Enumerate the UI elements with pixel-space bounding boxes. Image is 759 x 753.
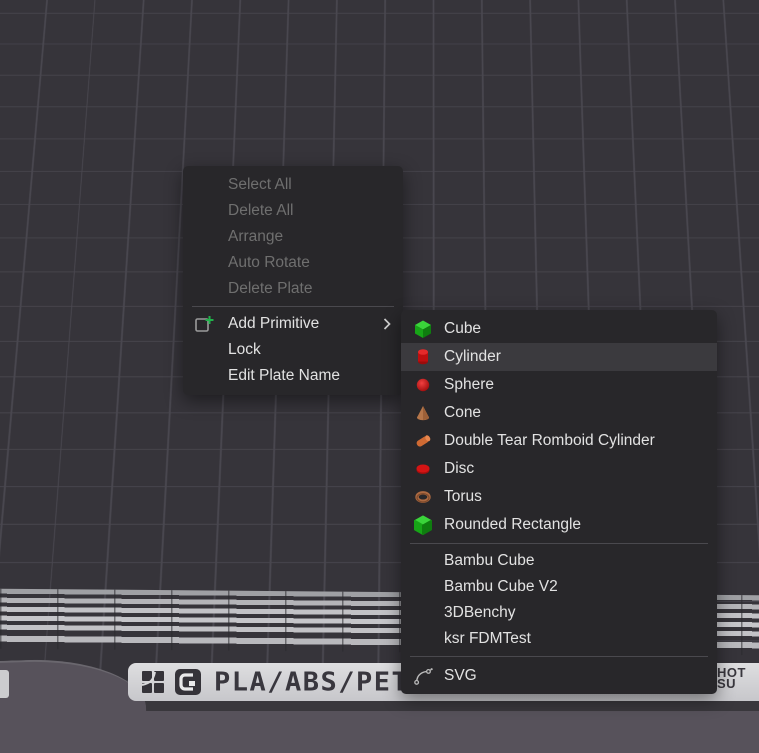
viewport-3d[interactable]: PLA/ABS/PETG HOT SU Select All Delete Al…: [0, 0, 759, 753]
submenu-item-label: 3DBenchy: [444, 604, 516, 622]
submenu-item-label: Double Tear Romboid Cylinder: [444, 432, 655, 450]
menu-item-label: Edit Plate Name: [228, 367, 340, 385]
menu-item-label: Add Primitive: [228, 315, 319, 333]
submenu-item-cylinder[interactable]: Cylinder: [401, 343, 717, 371]
submenu-item-disc[interactable]: Disc: [401, 455, 717, 483]
submenu-item-double-tear-romboid-cylinder[interactable]: Double Tear Romboid Cylinder: [401, 427, 717, 455]
plate-strip-end: [0, 670, 9, 698]
bambu-swirl-icon: [140, 669, 166, 695]
chevron-right-icon: [383, 318, 391, 331]
menu-item-label: Arrange: [228, 228, 283, 246]
rounded-rectangle-icon: [413, 515, 433, 535]
submenu-item-svg[interactable]: SVG: [401, 661, 717, 691]
plate-name-label: PLA/ABS/PETG: [214, 667, 427, 697]
submenu-item-label: Bambu Cube: [444, 552, 534, 570]
submenu-item-label: Torus: [444, 488, 482, 506]
submenu-item-ksr-fdmtest[interactable]: ksr FDMTest: [401, 626, 717, 652]
menu-separator: [192, 306, 394, 307]
menu-item-label: Auto Rotate: [228, 254, 310, 272]
submenu-item-rounded-rectangle[interactable]: Rounded Rectangle: [401, 511, 717, 539]
submenu-item-label: Cone: [444, 404, 481, 422]
submenu-item-label: Cylinder: [444, 348, 501, 366]
submenu-item-sphere[interactable]: Sphere: [401, 371, 717, 399]
add-primitive-submenu: Cube Cylinder Sphere: [401, 310, 717, 694]
submenu-item-label: Rounded Rectangle: [444, 516, 581, 534]
menu-item-select-all[interactable]: Select All: [183, 172, 403, 198]
submenu-item-3dbenchy[interactable]: 3DBenchy: [401, 600, 717, 626]
submenu-separator: [410, 656, 708, 657]
svg-bezier-icon: [413, 666, 433, 686]
add-primitive-icon: [193, 313, 215, 335]
submenu-item-bambu-cube[interactable]: Bambu Cube: [401, 548, 717, 574]
cylinder-icon: [413, 347, 433, 367]
submenu-item-label: Cube: [444, 320, 481, 338]
menu-item-add-primitive[interactable]: Add Primitive: [183, 311, 403, 337]
submenu-item-label: ksr FDMTest: [444, 630, 531, 648]
menu-item-arrange[interactable]: Arrange: [183, 224, 403, 250]
menu-item-label: Delete Plate: [228, 280, 312, 298]
menu-item-delete-plate[interactable]: Delete Plate: [183, 276, 403, 302]
menu-item-lock[interactable]: Lock: [183, 337, 403, 363]
menu-item-label: Lock: [228, 341, 261, 359]
submenu-separator: [410, 543, 708, 544]
menu-item-label: Select All: [228, 176, 292, 194]
menu-item-edit-plate-name[interactable]: Edit Plate Name: [183, 363, 403, 389]
submenu-item-label: SVG: [444, 667, 477, 685]
double-tear-romboid-cylinder-icon: [413, 431, 433, 451]
submenu-item-cube[interactable]: Cube: [401, 315, 717, 343]
menu-item-label: Delete All: [228, 202, 293, 220]
submenu-item-torus[interactable]: Torus: [401, 483, 717, 511]
menu-item-auto-rotate[interactable]: Auto Rotate: [183, 250, 403, 276]
viewport-floor: [0, 711, 759, 753]
plate-badge-icon: [174, 668, 202, 696]
sphere-icon: [413, 375, 433, 395]
submenu-item-bambu-cube-v2[interactable]: Bambu Cube V2: [401, 574, 717, 600]
menu-item-delete-all[interactable]: Delete All: [183, 198, 403, 224]
submenu-item-cone[interactable]: Cone: [401, 399, 717, 427]
torus-icon: [413, 487, 433, 507]
submenu-item-label: Disc: [444, 460, 474, 478]
submenu-item-label: Bambu Cube V2: [444, 578, 558, 596]
disc-icon: [413, 459, 433, 479]
cube-icon: [413, 319, 433, 339]
plate-context-menu: Select All Delete All Arrange Auto Rotat…: [183, 166, 403, 395]
submenu-item-label: Sphere: [444, 376, 494, 394]
cone-icon: [413, 403, 433, 423]
